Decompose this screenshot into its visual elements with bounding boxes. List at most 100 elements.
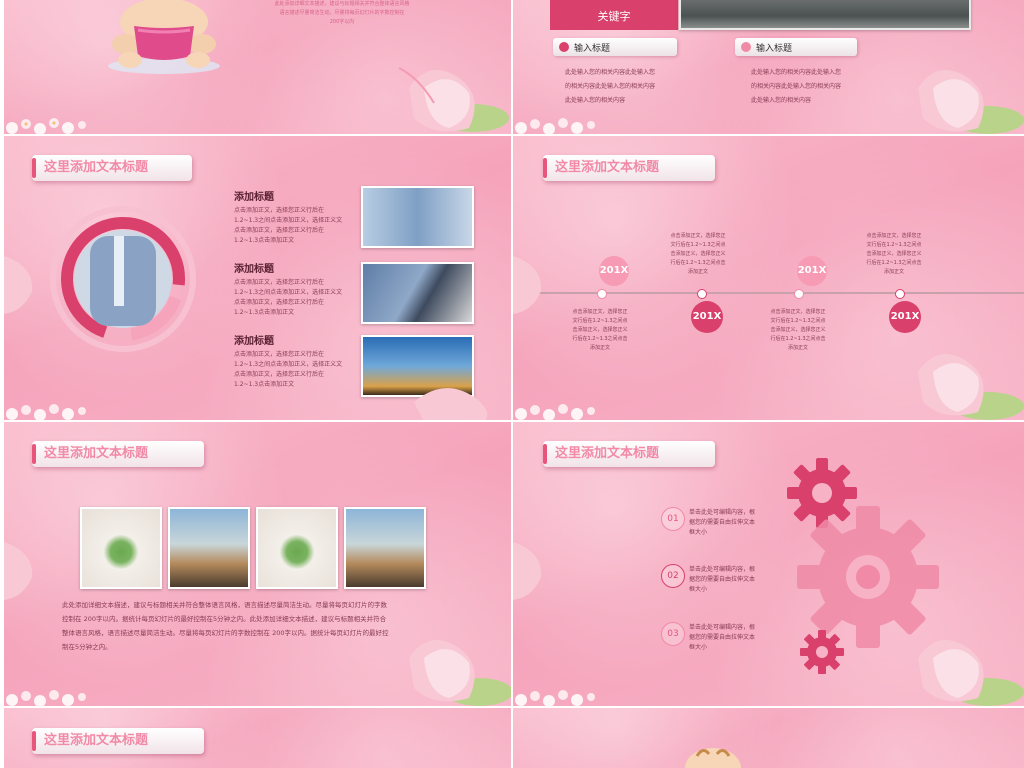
text-line: 1.2~1.3点击添加正文 [234,237,295,244]
input-title-pill-2: 输入标题 [735,38,857,56]
text-line: 单击此处可编辑内容，根 [689,566,756,573]
item-heading: 添加标题 [234,192,274,203]
text-line: 框大小 [689,644,708,651]
title-accent-bar [32,731,36,751]
small-flowers-icon [6,404,86,420]
title-accent-bar [543,444,547,464]
small-flowers-icon [515,690,595,706]
gear-item-text: 单击此处可编辑内容，根 据您的需要自由拉伸文本 框大小 [689,565,789,595]
text-line: 击添加正义，选择您正义 [572,327,628,333]
tiny-text-line: 200字以内 [329,19,355,25]
title-accent-bar [32,444,36,464]
tiny-text-line: 此处添加详细文本描述，建议与标题相关并符合整体语言风格 [274,1,410,7]
input-title-pill-1: 输入标题 [553,38,677,56]
text-line: 单击此处可编辑内容，根 [689,624,756,631]
slide-thumbnail-bottom-right[interactable] [513,708,1024,768]
slide-thumbnail-low-right[interactable]: 这里添加文本标题 01 单击此处可编辑内容，根 据您的需要自由拉伸文本 框大小 … [513,422,1024,706]
text-line: 1.2~1.3点击添加正文 [234,381,295,388]
title-accent-bar [32,158,36,178]
year-text: 201X [797,265,827,276]
input-title-label: 输入标题 [574,44,611,54]
text-line: 点击添加正文，选择您正 [866,233,922,239]
text-line: 的相关内容此处输入您的相关内容 [565,83,656,90]
timeline-dot [597,289,607,299]
ring-chart-graphic [50,206,196,352]
item-heading: 添加标题 [234,264,274,275]
baby-illustration [108,0,220,74]
gear-item-text: 单击此处可编辑内容，根 据您的需要自由拉伸文本 框大小 [689,508,789,538]
slide-thumbnail-bottom-left[interactable]: 这里添加文本标题 [4,708,511,768]
slide-thumbnail-mid-left[interactable]: 这里添加文本标题 添加标题 点击添加正文，选择您正义行后在 1.2~1.3之间点… [4,136,511,420]
bullet-dot-icon [559,42,569,52]
lotus-bud-icon [4,542,33,600]
text-line: 文行后在1.2~1.3之间点 [670,242,726,248]
slide-title-text: 这里添加文本标题 [555,446,660,461]
text-line: 文行后在1.2~1.3之间点 [866,242,922,248]
slide-title: 这里添加文本标题 [32,728,204,754]
item-number: 01 [667,514,679,524]
text-line: 据您的需要自由拉伸文本 [689,634,756,641]
text-line: 添加正文 [687,269,708,275]
year-badge: 201X [691,301,723,333]
slide-title-text: 这里添加文本标题 [44,446,149,461]
year-text: 201X [692,311,722,322]
item-number-badge: 01 [661,507,685,531]
text-line: 文行后在1.2~1.3之间点 [572,318,628,324]
gear-item-text: 单击此处可编辑内容，根 据您的需要自由拉伸文本 框大小 [689,623,789,653]
keyword-label: 关键字 [597,10,631,23]
text-line: 添加正文 [589,345,610,351]
text-line: 添加正文 [883,269,904,275]
text-line: 点击添加正文，选择您正 [770,309,826,315]
tiny-text-line: 语言描述尽量简洁生动，尽量将每页幻灯片的字数控制在 [279,10,405,16]
slide-thumbnail-low-left[interactable]: 这里添加文本标题 此处添加详细文本描述，建议与标题相关并符合整体语言风格，语言描… [4,422,511,706]
text-line: 1.2~1.3点击添加正文 [234,309,295,316]
text-line: 此处输入您的相关内容此处输入您 [751,69,842,76]
text-item-1: 添加标题 点击添加正文，选择您正义行后在 1.2~1.3之间点击添加正义，选择正… [234,188,359,246]
text-line: 行后在1.2~1.3之间点击 [572,336,628,342]
text-line: 此处输入您的相关内容此处输入您 [565,69,656,76]
item-number: 03 [667,629,679,639]
city-skyline-photo [344,507,426,589]
text-line: 点击添加正文，选择您正义行后在 [234,207,325,214]
text-line: 击添加正义，选择您正义 [670,251,726,257]
text-line: 击添加正义，选择您正义 [770,327,826,333]
slide-title: 这里添加文本标题 [32,441,204,467]
bullet-dot-icon [741,42,751,52]
timeline-text-above-1: 点击添加正文，选择您正 文行后在1.2~1.3之间点 击添加正义，选择您正义 行… [663,232,733,277]
text-line: 的相关内容此处输入您的相关内容 [751,83,842,90]
lotus-flower-icon [398,67,509,132]
text-line: 文行后在1.2~1.3之间点 [770,318,826,324]
item-body: 点击添加正文，选择您正义行后在 1.2~1.3之间点击添加正义，选择正义文 点击… [234,350,359,390]
lotus-bud-icon [513,542,542,600]
keyword-box: 关键字 [550,0,678,30]
text-line: 1.2~1.3之间点击添加正义，选择正义文 [234,217,343,224]
item-body: 点击添加正文，选择您正义行后在 1.2~1.3之间点击添加正义，选择正义文 点击… [234,278,359,318]
slide-title-text: 这里添加文本标题 [44,733,149,748]
text-line: 点击添加正文，选择您正 [670,233,726,239]
text-line: 此处添加详细文本描述，建议与标题相关并符合整体语言风格，语言描述尽量简洁生动。尽… [62,601,387,609]
text-line: 据您的需要自由拉伸文本 [689,519,756,526]
text-item-3: 添加标题 点击添加正文，选择您正义行后在 1.2~1.3之间点击添加正义，选择正… [234,332,359,390]
timeline-line [513,292,1024,294]
lotus-flower-icon [414,388,488,420]
small-flowers-icon [515,118,595,134]
item-number-badge: 02 [661,564,685,588]
lotus-flower-icon [918,640,1024,706]
slide-thumbnail-top-left[interactable]: 此处添加详细文本描述，建议与标题相关并符合整体语言风格 语言描述尽量简洁生动，尽… [4,0,511,134]
timeline-text-below-2: 点击添加正文，选择您正 文行后在1.2~1.3之间点 击添加正义，选择您正义 行… [763,308,833,353]
slide-thumbnail-top-right[interactable]: 关键字 输入标题 此处输入您的相关内容此处输入您 的相关内容此处输入您的相关内容… [513,0,1024,134]
input-title-label: 输入标题 [756,44,793,54]
year-badge: 201X [599,256,629,286]
text-line: 点击添加正文，选择您正 [572,309,628,315]
text-line: 点击添加正文，选择您正义行后在 [234,351,325,358]
timeline-dot [895,289,905,299]
lotus-bud-icon [513,256,542,314]
item-body: 点击添加正文，选择您正义行后在 1.2~1.3之间点击添加正义，选择正义文 点击… [234,206,359,246]
col1-text: 此处输入您的相关内容此处输入您 的相关内容此处输入您的相关内容 此处输入您的相关… [565,66,715,108]
lotus-flower-icon [409,640,511,706]
text-line: 框大小 [689,586,708,593]
text-line: 点击添加正文，选择您正义行后在 [234,227,325,234]
lotus-flower-icon [918,70,1024,134]
slide-thumbnail-mid-right[interactable]: 这里添加文本标题 201X 201X 201X 201X 点击添加正文，选择您正… [513,136,1024,420]
tree-sprout-photo [80,507,162,589]
